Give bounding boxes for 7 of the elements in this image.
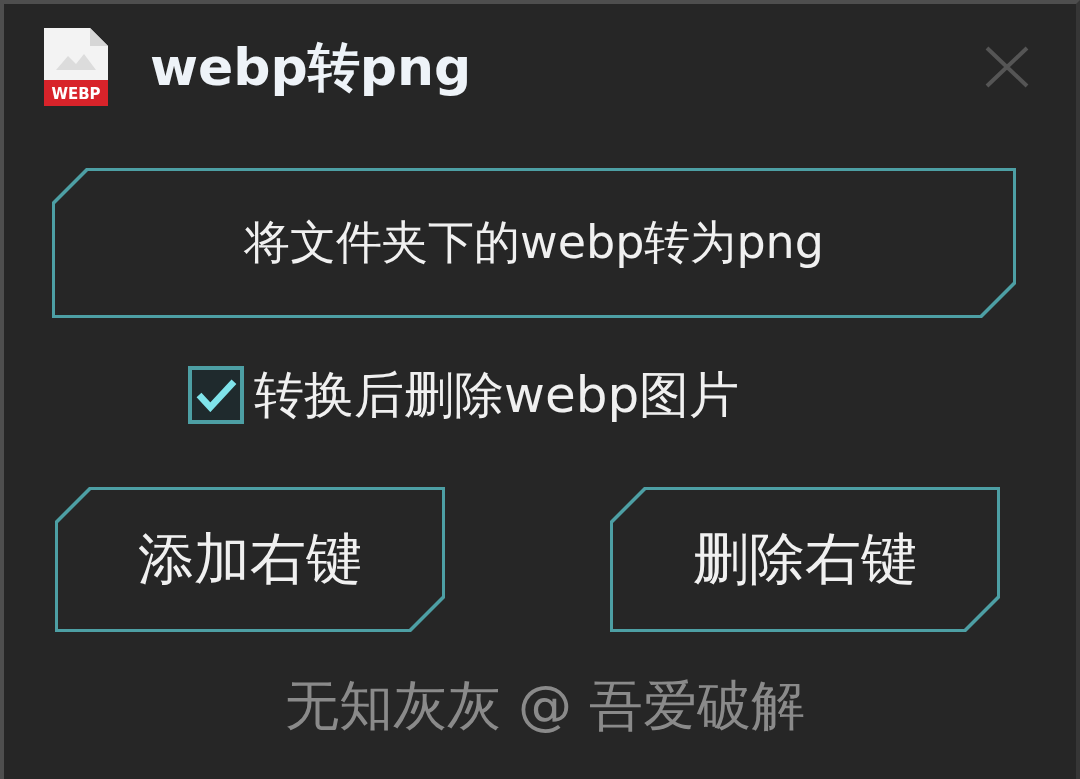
context-menu-button[interactable]: 删除右键 [610, 487, 1000, 632]
checkbox-label[interactable]: 转换后删除webp图片 [254, 367, 740, 423]
context-menu-button[interactable]: 添加右键 [55, 487, 445, 632]
footer-credit: 无知灰灰 @ 吾爱破解 [284, 674, 806, 739]
convert-button[interactable]: 将文件夹下的webp转为png [52, 168, 1016, 318]
checkmark-icon [195, 378, 237, 412]
checkbox[interactable] [188, 366, 244, 424]
